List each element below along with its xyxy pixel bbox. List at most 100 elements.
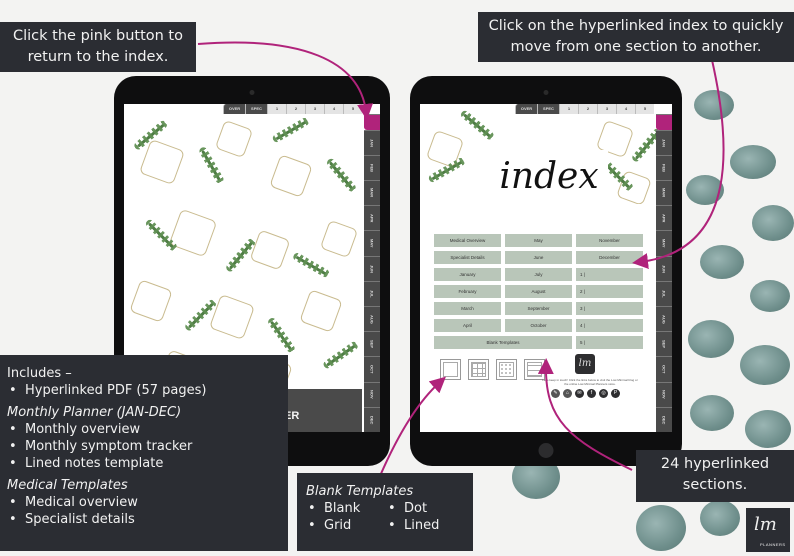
tab-nov[interactable]: NOV [364, 381, 380, 407]
index-link-notes-1[interactable]: 1 | [576, 268, 643, 281]
tab-jan[interactable]: JAN [656, 129, 672, 155]
tab-jun[interactable]: JUN [656, 255, 672, 281]
tab-notes-3[interactable]: 3 [305, 104, 324, 114]
tab-apr[interactable]: APR [364, 205, 380, 231]
tab-may[interactable]: MAY [364, 230, 380, 256]
index-link-october[interactable]: October [505, 319, 572, 332]
tab-oct[interactable]: OCT [364, 356, 380, 382]
instagram-icon[interactable]: ◎ [599, 389, 608, 398]
index-link-april[interactable]: April [434, 319, 501, 332]
tab-feb[interactable]: FEB [364, 154, 380, 180]
medical-templates-heading: Medical Templates [7, 478, 128, 493]
tab-aug[interactable]: AUG [656, 305, 672, 332]
tab-mar[interactable]: MAR [364, 179, 380, 206]
index-link-november[interactable]: November [576, 234, 643, 247]
index-link-notes-4[interactable]: 4 | [576, 319, 643, 332]
includes-item: Hyperlinked PDF (57 pages) [7, 382, 281, 399]
lined-template-icon[interactable] [524, 359, 545, 380]
top-tab-bar: OVER SPEC 1 2 3 4 5 [515, 104, 654, 114]
index-link-notes-5[interactable]: 5 | [576, 336, 643, 349]
social-links: ✎ ⌂ ✉ f ◎ P [551, 389, 620, 398]
tab-notes-4[interactable]: 4 [616, 104, 635, 114]
medical-item: Medical overview [7, 494, 281, 511]
index-link-december[interactable]: December [576, 251, 643, 264]
index-home-button[interactable] [656, 114, 672, 130]
store-icon[interactable]: ⌂ [563, 389, 572, 398]
eucalyptus-leaf [750, 280, 790, 312]
tab-sep[interactable]: SEP [364, 331, 380, 357]
tab-jun[interactable]: JUN [364, 255, 380, 281]
index-link-july[interactable]: July [505, 268, 572, 281]
tab-over[interactable]: OVER [515, 104, 537, 114]
blank-template-icon[interactable] [440, 359, 461, 380]
tab-dec[interactable]: DEC [656, 406, 672, 432]
template-links [440, 359, 545, 380]
tab-notes-2[interactable]: 2 [578, 104, 597, 114]
tab-notes-5[interactable]: 5 [635, 104, 654, 114]
eucalyptus-leaf [745, 410, 791, 448]
index-link-february[interactable]: February [434, 285, 501, 298]
eucalyptus-leaf [700, 500, 740, 536]
index-home-button[interactable] [364, 114, 380, 130]
index-link-specialist-details[interactable]: Specialist Details [434, 251, 501, 264]
tab-apr[interactable]: APR [656, 205, 672, 231]
callout-includes: Includes – Hyperlinked PDF (57 pages) Mo… [0, 355, 288, 551]
eucalyptus-leaf [686, 175, 724, 205]
eucalyptus-leaf [730, 145, 776, 179]
index-screen: OVER SPEC 1 2 3 4 5 JAN FEB MAR APR MAY … [420, 104, 672, 432]
tab-sep[interactable]: SEP [656, 331, 672, 357]
index-link-august[interactable]: August [505, 285, 572, 298]
monthly-planner-heading: Monthly Planner (JAN-DEC) [7, 405, 182, 420]
index-link-june[interactable]: June [505, 251, 572, 264]
tab-notes-5[interactable]: 5 [343, 104, 362, 114]
eucalyptus-leaf [752, 205, 794, 241]
tab-notes-4[interactable]: 4 [324, 104, 343, 114]
tab-jul[interactable]: JUL [656, 280, 672, 306]
logo-caption: PLANNERS [760, 542, 786, 547]
index-link-march[interactable]: March [434, 302, 501, 315]
index-link-january[interactable]: January [434, 268, 501, 281]
blank-template-item: Dot [386, 500, 466, 517]
tab-notes-1[interactable]: 1 [267, 104, 286, 114]
pinterest-icon[interactable]: P [611, 389, 620, 398]
blank-template-item: Lined [386, 517, 466, 534]
index-link-medical-overview[interactable]: Medical Overview [434, 234, 501, 247]
tab-notes-2[interactable]: 2 [286, 104, 305, 114]
month-tab-bar: JAN FEB MAR APR MAY JUN JUL AUG SEP OCT … [364, 114, 380, 432]
includes-heading: Includes – [7, 366, 72, 381]
tab-mar[interactable]: MAR [656, 179, 672, 206]
blog-icon[interactable]: ✎ [551, 389, 560, 398]
tab-oct[interactable]: OCT [656, 356, 672, 382]
index-link-blank-templates[interactable]: Blank Templates [434, 336, 572, 349]
month-tab-bar: JAN FEB MAR APR MAY JUN JUL AUG SEP OCT … [656, 114, 672, 432]
tab-spec[interactable]: SPEC [245, 104, 267, 114]
tab-jan[interactable]: JAN [364, 129, 380, 155]
index-link-notes-3[interactable]: 3 | [576, 302, 643, 315]
email-icon[interactable]: ✉ [575, 389, 584, 398]
top-tab-bar: OVER SPEC 1 2 3 4 5 [223, 104, 362, 114]
tab-notes-3[interactable]: 3 [597, 104, 616, 114]
index-link-may[interactable]: May [505, 234, 572, 247]
tab-aug[interactable]: AUG [364, 305, 380, 332]
logo-mark: lm [754, 514, 777, 535]
tab-may[interactable]: MAY [656, 230, 672, 256]
dot-template-icon[interactable] [496, 359, 517, 380]
tab-notes-1[interactable]: 1 [559, 104, 578, 114]
tab-feb[interactable]: FEB [656, 154, 672, 180]
index-body: Medical Overview May November Specialist… [420, 204, 654, 432]
tab-jul[interactable]: JUL [364, 280, 380, 306]
facebook-icon[interactable]: f [587, 389, 596, 398]
index-link-september[interactable]: September [505, 302, 572, 315]
blank-template-item: Blank [306, 500, 386, 517]
tab-spec[interactable]: SPEC [537, 104, 559, 114]
index-title: index [490, 150, 608, 204]
tab-over[interactable]: OVER [223, 104, 245, 114]
grid-template-icon[interactable] [468, 359, 489, 380]
index-link-notes-2[interactable]: 2 | [576, 285, 643, 298]
callout-hyperlinked-index: Click on the hyperlinked index to quickl… [478, 12, 794, 62]
blank-templates-heading: Blank Templates [306, 484, 414, 499]
camera [543, 90, 549, 95]
tab-dec[interactable]: DEC [364, 406, 380, 432]
tab-nov[interactable]: NOV [656, 381, 672, 407]
brand-logo: lm PLANNERS [746, 508, 790, 552]
